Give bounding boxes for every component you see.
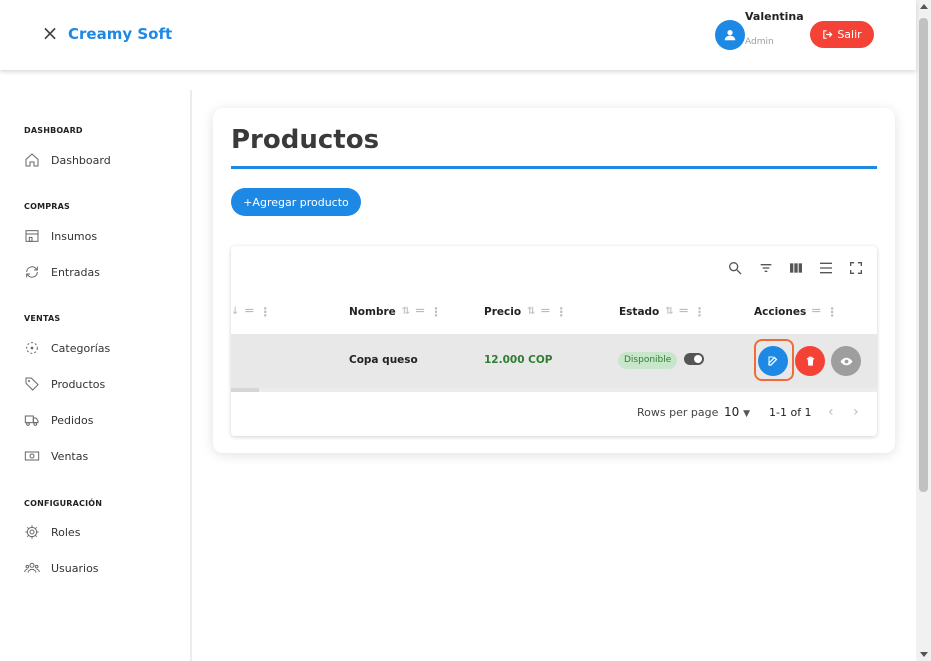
column-header-hidden: ↓ ═ ⋮	[231, 304, 271, 319]
logout-label: Salir	[837, 28, 862, 41]
column-header-nombre[interactable]: Nombre ⇅ ═ ⋮	[349, 304, 442, 319]
scrollbar-thumb[interactable]	[259, 388, 877, 392]
categories-icon	[26, 342, 38, 354]
sidebar-item-label: Usuarios	[51, 561, 99, 575]
sort-icon[interactable]: ↓	[231, 306, 239, 317]
scroll-up-icon[interactable]	[920, 4, 928, 9]
sidebar: DASHBOARD Dashboard COMPRAS Insumos Entr…	[0, 90, 192, 661]
sidebar-item-label: Entradas	[51, 265, 100, 279]
column-menu-icon[interactable]: ⋮	[693, 305, 705, 319]
truck-icon	[24, 415, 39, 426]
products-card: Productos +Agregar producto ↓ ═ ⋮ Nombre…	[213, 108, 895, 453]
cell-nombre: Copa queso	[349, 354, 418, 366]
cash-icon	[24, 451, 40, 461]
fullscreen-icon[interactable]	[848, 260, 864, 276]
user-role: Admin	[745, 37, 774, 47]
cell-precio: 12.000 COP	[484, 354, 553, 366]
drag-handle-icon[interactable]: ═	[812, 304, 820, 319]
sidebar-item-pedidos[interactable]: Pedidos	[24, 410, 94, 430]
density-icon[interactable]	[818, 260, 834, 276]
next-page-icon[interactable]: ›	[853, 404, 859, 420]
logout-button[interactable]: Salir	[810, 21, 874, 48]
filter-icon[interactable]	[758, 260, 774, 276]
vertical-scrollbar[interactable]	[916, 0, 931, 661]
column-menu-icon[interactable]: ⋮	[259, 305, 271, 319]
sidebar-item-label: Ventas	[51, 449, 89, 463]
user-avatar-icon[interactable]	[715, 20, 745, 50]
column-menu-icon[interactable]: ⋮	[555, 305, 567, 319]
tag-icon	[25, 377, 39, 391]
columns-icon[interactable]	[788, 260, 804, 276]
sort-icon[interactable]: ⇅	[527, 306, 535, 317]
sidebar-item-label: Pedidos	[51, 413, 94, 427]
sidebar-item-label: Insumos	[51, 229, 98, 243]
column-menu-icon[interactable]: ⋮	[826, 305, 838, 319]
drag-handle-icon[interactable]: ═	[541, 304, 549, 319]
scroll-down-icon[interactable]	[920, 652, 928, 657]
add-product-button[interactable]: +Agregar producto	[231, 188, 361, 216]
users-icon	[24, 562, 40, 573]
rows-per-page-select[interactable]: 10 ▼	[724, 405, 750, 419]
brand-logo-text: Creamy Soft	[68, 25, 173, 43]
column-header-acciones[interactable]: Acciones ═ ⋮	[754, 304, 838, 319]
title-underline	[231, 166, 877, 169]
status-badge: Disponible	[618, 352, 678, 369]
search-icon[interactable]	[727, 260, 743, 276]
sidebar-item-label: Productos	[51, 377, 106, 391]
edit-button[interactable]	[758, 346, 788, 376]
trash-icon	[806, 356, 814, 366]
refresh-icon	[26, 266, 38, 278]
rows-per-page-label: Rows per page	[637, 406, 719, 419]
sidebar-item-categorias[interactable]: Categorías	[24, 338, 110, 358]
store-icon	[25, 230, 39, 242]
chevron-down-icon: ▼	[743, 409, 751, 419]
page-title: Productos	[231, 125, 380, 155]
user-name: Valentina	[745, 10, 804, 23]
top-header: × Creamy Soft Valentina Admin Salir	[0, 0, 916, 70]
sidebar-item-ventas[interactable]: Ventas	[24, 446, 88, 466]
scrollbar-thumb[interactable]	[919, 18, 928, 492]
gear-icon	[25, 525, 39, 539]
eye-icon	[840, 357, 852, 365]
sidebar-item-label: Roles	[51, 525, 81, 539]
drag-handle-icon[interactable]: ═	[680, 304, 688, 319]
sidebar-item-label: Categorías	[51, 341, 111, 355]
prev-page-icon[interactable]: ‹	[828, 404, 834, 420]
sidebar-item-entradas[interactable]: Entradas	[24, 262, 100, 282]
sidebar-item-insumos[interactable]: Insumos	[24, 226, 97, 246]
section-configuracion: CONFIGURACIÓN	[24, 499, 103, 508]
sort-icon[interactable]: ⇅	[402, 306, 410, 317]
edit-icon	[768, 356, 778, 366]
drag-handle-icon[interactable]: ═	[416, 304, 424, 319]
sidebar-item-productos[interactable]: Productos	[24, 374, 105, 394]
column-header-precio[interactable]: Precio ⇅ ═ ⋮	[484, 304, 567, 319]
sort-icon[interactable]: ⇅	[665, 306, 673, 317]
column-menu-icon[interactable]: ⋮	[430, 305, 442, 319]
horizontal-scrollbar[interactable]	[231, 388, 877, 392]
status-toggle[interactable]	[684, 353, 704, 365]
drag-handle-icon[interactable]: ═	[245, 304, 253, 319]
close-icon[interactable]: ×	[40, 22, 60, 44]
sidebar-item-dashboard[interactable]: Dashboard	[24, 150, 111, 170]
sidebar-item-label: Dashboard	[51, 153, 111, 167]
section-compras: COMPRAS	[24, 202, 71, 211]
view-button[interactable]	[831, 346, 861, 376]
pagination-range: 1-1 of 1	[769, 406, 812, 419]
section-ventas: VENTAS	[24, 314, 61, 323]
products-table: ↓ ═ ⋮ Nombre ⇅ ═ ⋮ Precio ⇅ ═ ⋮ Estado ⇅…	[231, 246, 877, 436]
home-icon	[25, 153, 39, 167]
sidebar-item-usuarios[interactable]: Usuarios	[24, 558, 99, 578]
table-row[interactable]: Copa queso 12.000 COP Disponible	[231, 334, 877, 388]
section-dashboard: DASHBOARD	[24, 126, 83, 135]
logout-icon	[823, 30, 833, 39]
column-header-estado[interactable]: Estado ⇅ ═ ⋮	[619, 304, 705, 319]
delete-button[interactable]	[795, 346, 825, 376]
sidebar-item-roles[interactable]: Roles	[24, 522, 80, 542]
